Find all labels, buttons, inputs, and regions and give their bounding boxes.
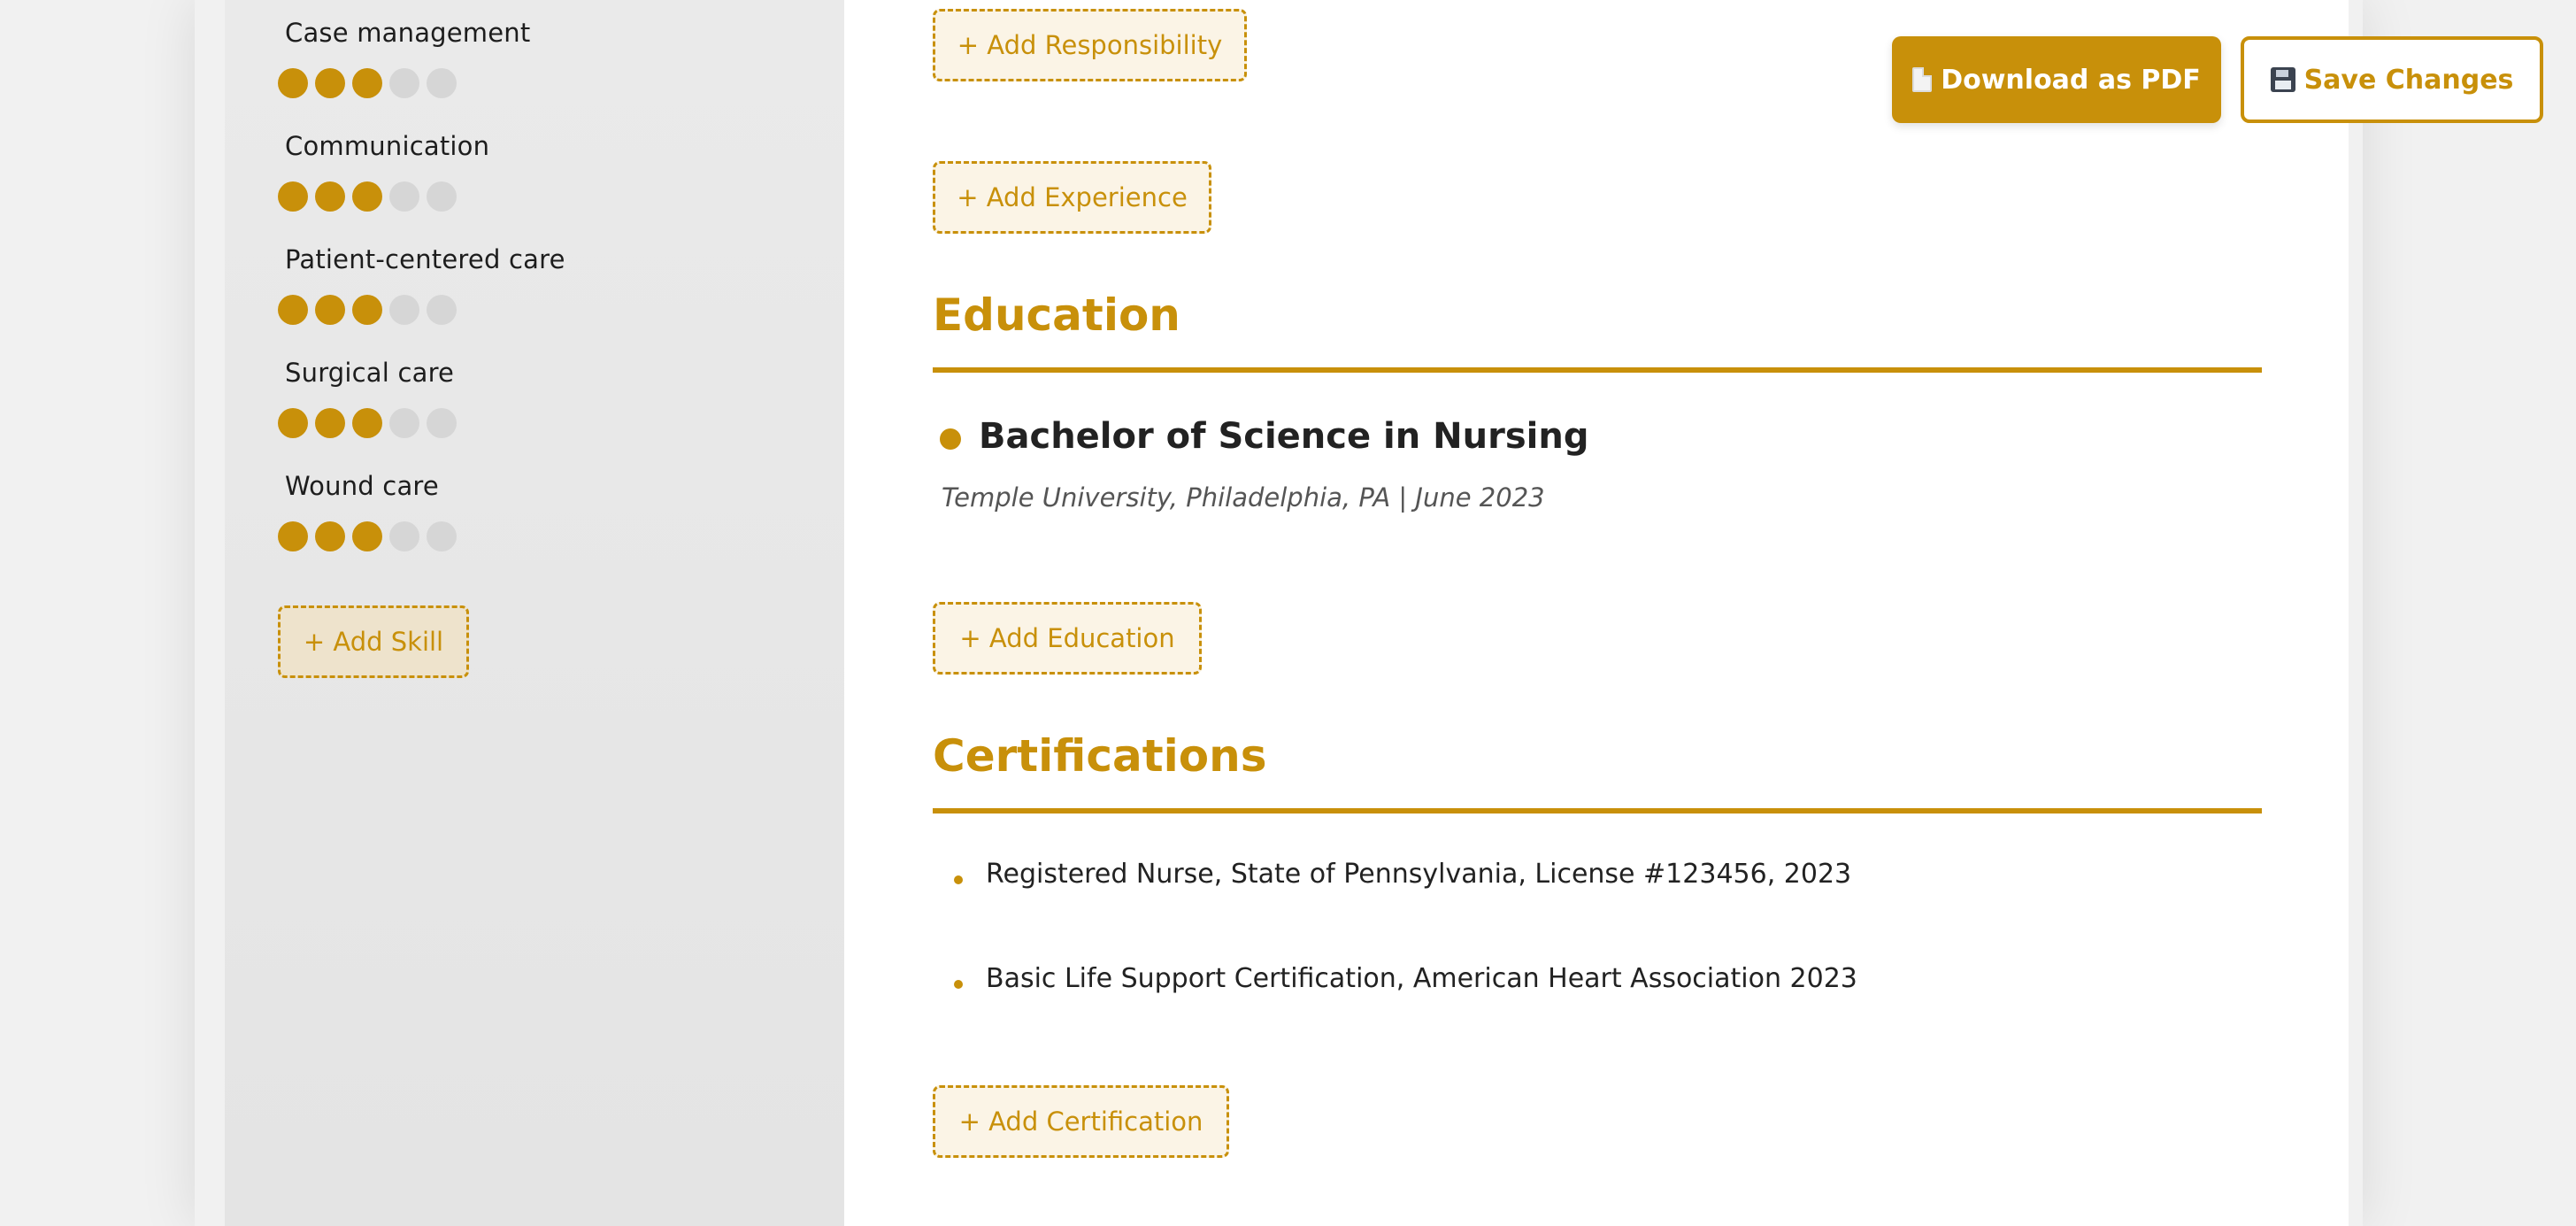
rating-dot[interactable] bbox=[389, 295, 419, 325]
rating-dot[interactable] bbox=[352, 68, 382, 98]
add-certification-button[interactable]: + Add Certification bbox=[933, 1085, 1229, 1158]
rating-dot[interactable] bbox=[389, 521, 419, 551]
education-divider bbox=[933, 367, 2262, 373]
skill-rating[interactable] bbox=[278, 295, 457, 325]
rating-dot[interactable] bbox=[278, 408, 308, 438]
education-meta[interactable]: Temple University, Philadelphia, PA | Ju… bbox=[942, 482, 1545, 513]
document-icon bbox=[1912, 67, 1933, 92]
skill-name: Case management bbox=[285, 18, 531, 48]
rating-dot[interactable] bbox=[352, 521, 382, 551]
certification-item[interactable]: Basic Life Support Certification, Americ… bbox=[986, 963, 1857, 994]
rating-dot[interactable] bbox=[427, 68, 457, 98]
rating-dot[interactable] bbox=[427, 521, 457, 551]
skill-name: Wound care bbox=[285, 471, 439, 501]
education-heading: Education bbox=[933, 289, 1180, 341]
rating-dot[interactable] bbox=[315, 521, 345, 551]
rating-dot[interactable] bbox=[389, 181, 419, 212]
save-changes-label: Save Changes bbox=[2303, 64, 2514, 96]
rating-dot[interactable] bbox=[315, 295, 345, 325]
rating-dot[interactable] bbox=[427, 295, 457, 325]
rating-dot[interactable] bbox=[427, 181, 457, 212]
rating-dot[interactable] bbox=[278, 181, 308, 212]
rating-dot[interactable] bbox=[278, 68, 308, 98]
download-pdf-label: Download as PDF bbox=[1941, 64, 2201, 96]
add-experience-button[interactable]: + Add Experience bbox=[933, 161, 1211, 234]
rating-dot[interactable] bbox=[352, 295, 382, 325]
rating-dot[interactable] bbox=[278, 295, 308, 325]
rating-dot[interactable] bbox=[427, 408, 457, 438]
skill-rating[interactable] bbox=[278, 521, 457, 551]
rating-dot[interactable] bbox=[278, 521, 308, 551]
main-content: + Add Responsibility + Add Experience Ed… bbox=[844, 0, 2349, 1226]
bullet-icon bbox=[940, 428, 961, 450]
certifications-heading: Certifications bbox=[933, 730, 1267, 782]
rating-dot[interactable] bbox=[389, 68, 419, 98]
skill-rating[interactable] bbox=[278, 181, 457, 212]
skill-name: Communication bbox=[285, 131, 490, 161]
education-degree[interactable]: Bachelor of Science in Nursing bbox=[979, 416, 1588, 457]
sidebar: Case management Communication Patient-ce… bbox=[225, 0, 844, 1226]
bullet-icon bbox=[954, 980, 963, 989]
add-responsibility-button[interactable]: + Add Responsibility bbox=[933, 9, 1247, 81]
add-skill-button[interactable]: + Add Skill bbox=[278, 605, 469, 678]
skill-rating[interactable] bbox=[278, 408, 457, 438]
rating-dot[interactable] bbox=[315, 408, 345, 438]
certifications-divider bbox=[933, 808, 2262, 813]
rating-dot[interactable] bbox=[389, 408, 419, 438]
page: Case management Communication Patient-ce… bbox=[0, 0, 2576, 1226]
skill-name: Patient-centered care bbox=[285, 244, 565, 274]
rating-dot[interactable] bbox=[315, 181, 345, 212]
certification-item[interactable]: Registered Nurse, State of Pennsylvania,… bbox=[986, 859, 1851, 890]
skill-name: Surgical care bbox=[285, 358, 455, 388]
save-changes-button[interactable]: Save Changes bbox=[2241, 36, 2543, 123]
rating-dot[interactable] bbox=[352, 181, 382, 212]
add-education-button[interactable]: + Add Education bbox=[933, 602, 1202, 675]
rating-dot[interactable] bbox=[315, 68, 345, 98]
skill-rating[interactable] bbox=[278, 68, 457, 98]
download-pdf-button[interactable]: Download as PDF bbox=[1892, 36, 2221, 123]
floppy-disk-icon bbox=[2270, 67, 2295, 92]
bullet-icon bbox=[954, 875, 963, 884]
rating-dot[interactable] bbox=[352, 408, 382, 438]
